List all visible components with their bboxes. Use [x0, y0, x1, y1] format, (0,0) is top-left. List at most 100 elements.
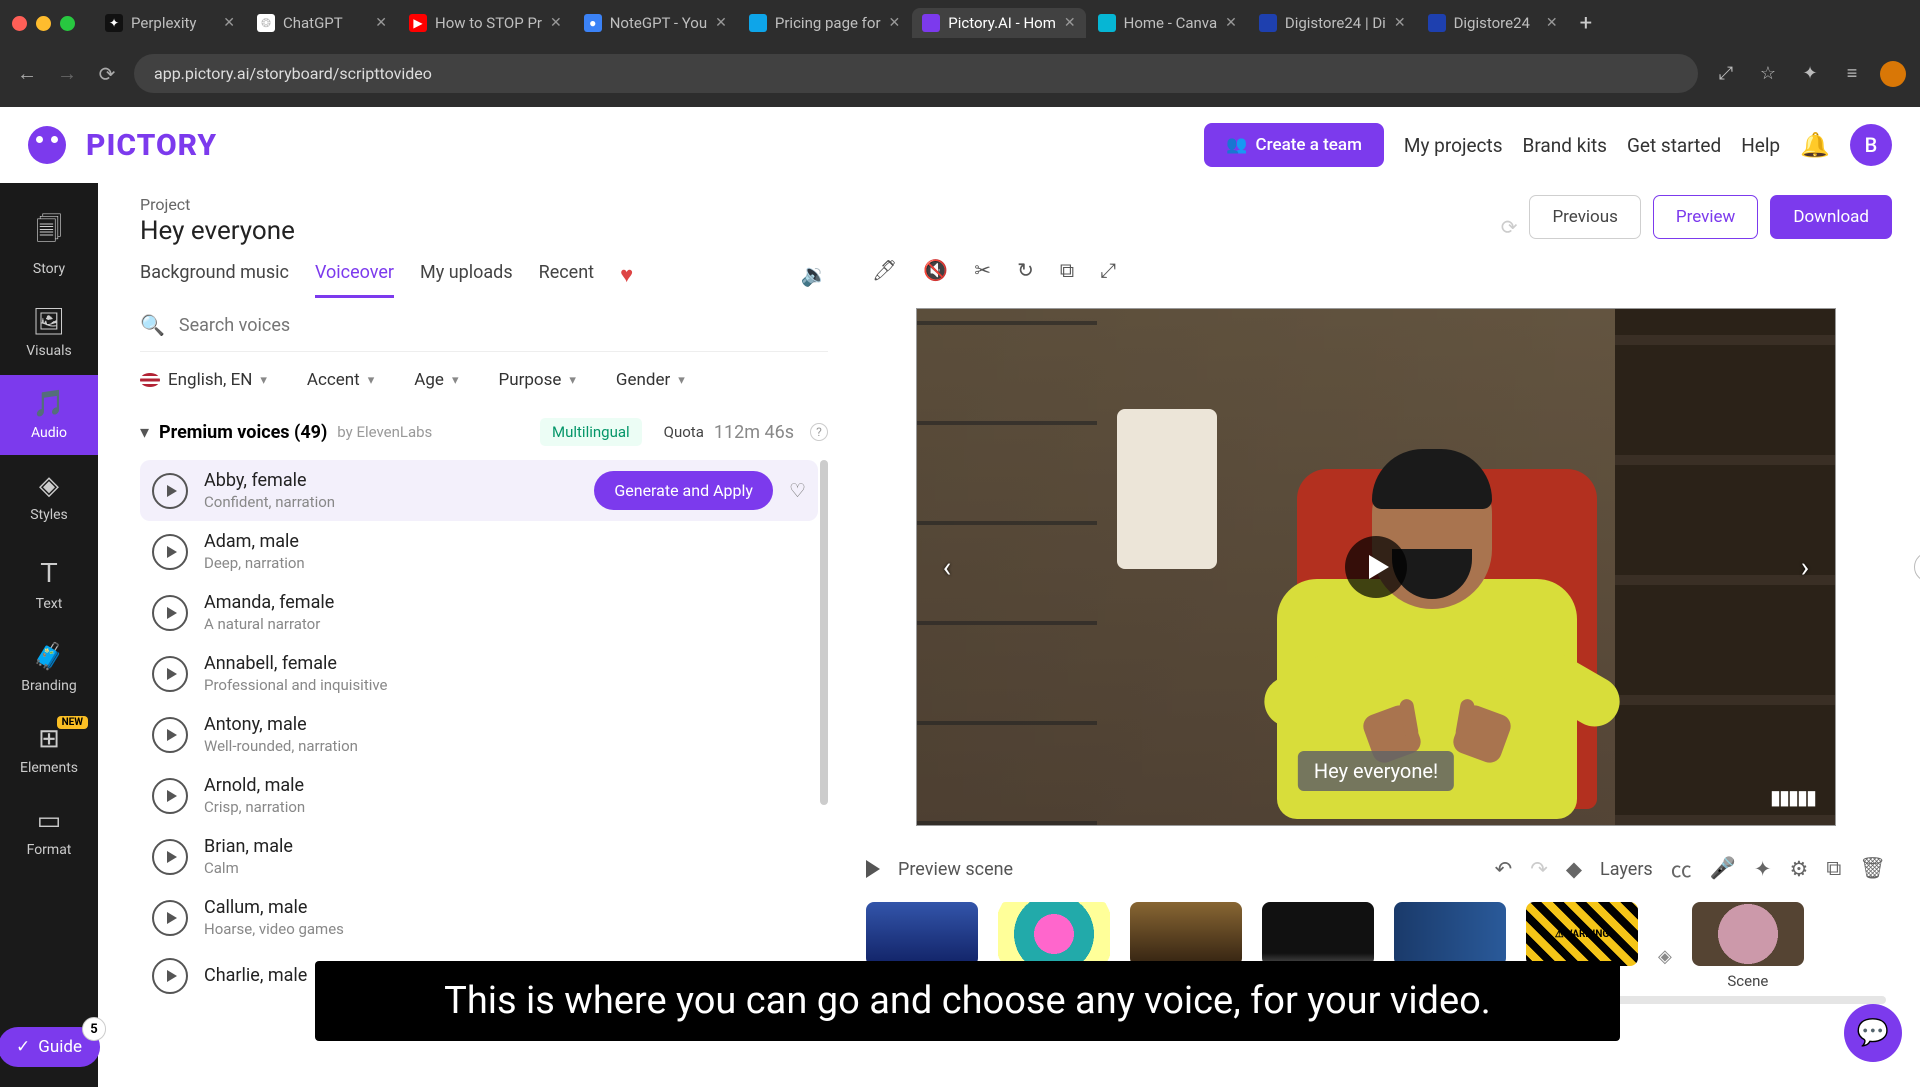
- voice-row[interactable]: Arnold, maleCrisp, narration: [140, 765, 818, 826]
- prev-scene-arrow[interactable]: ‹: [931, 551, 963, 584]
- create-team-button[interactable]: 👥 Create a team: [1204, 123, 1384, 167]
- voice-row[interactable]: Amanda, femaleA natural narrator: [140, 582, 818, 643]
- browser-tab-active[interactable]: Pictory.AI - Hom✕: [912, 8, 1085, 38]
- voice-row[interactable]: Antony, maleWell-rounded, narration: [140, 704, 818, 765]
- video-stage[interactable]: ‹ › Hey everyone! ▮▮▮▮▮: [916, 308, 1836, 826]
- profile-avatar[interactable]: [1880, 61, 1906, 87]
- duplicate-icon[interactable]: ⧉: [1826, 857, 1841, 881]
- layers-label[interactable]: Layers: [1600, 859, 1653, 880]
- user-avatar[interactable]: B: [1850, 124, 1892, 166]
- back-button[interactable]: ←: [14, 61, 40, 86]
- undo-icon[interactable]: ↶: [1495, 857, 1513, 882]
- tab-close-icon[interactable]: ✕: [1225, 15, 1237, 31]
- search-input[interactable]: [179, 315, 828, 336]
- browser-tab[interactable]: Pricing page for✕: [739, 8, 910, 38]
- browser-tab[interactable]: ❂ChatGPT✕: [247, 8, 397, 38]
- play-voice-button[interactable]: [152, 473, 188, 509]
- window-close[interactable]: [12, 16, 27, 31]
- next-scene-arrow[interactable]: ›: [1789, 551, 1821, 584]
- tab-close-icon[interactable]: ✕: [889, 15, 901, 31]
- new-tab-button[interactable]: +: [1580, 11, 1592, 36]
- voice-row[interactable]: Adam, maleDeep, narration: [140, 521, 818, 582]
- nav-get-started[interactable]: Get started: [1627, 134, 1721, 157]
- voice-row[interactable]: Abby, femaleConfident, narration Generat…: [140, 460, 818, 521]
- nav-brand-kits[interactable]: Brand kits: [1523, 134, 1607, 157]
- filter-age[interactable]: Age▾: [414, 370, 458, 390]
- project-title[interactable]: Hey everyone: [140, 216, 1501, 246]
- address-input[interactable]: [134, 54, 1698, 93]
- rail-audio[interactable]: 🎵Audio: [0, 375, 98, 455]
- chat-support-button[interactable]: 💬: [1844, 1004, 1902, 1062]
- rail-visuals[interactable]: 🖼Visuals: [0, 293, 98, 373]
- play-voice-button[interactable]: [152, 839, 188, 875]
- reload-button[interactable]: ⟳: [94, 62, 120, 86]
- captions-icon[interactable]: ㏄: [1671, 854, 1692, 884]
- rail-styles[interactable]: ◈Styles: [0, 457, 98, 537]
- tab-recent[interactable]: Recent: [539, 252, 594, 298]
- redo-icon[interactable]: ↷: [1530, 857, 1548, 882]
- add-scene-after[interactable]: +: [1914, 552, 1920, 582]
- install-app-icon[interactable]: ⤢: [1712, 63, 1740, 84]
- settings-icon[interactable]: ⚙: [1790, 857, 1809, 882]
- tab-close-icon[interactable]: ✕: [375, 15, 387, 31]
- tab-favorites-icon[interactable]: ♥: [620, 262, 633, 288]
- rail-branding[interactable]: 🧳Branding: [0, 628, 98, 708]
- browser-tab[interactable]: Home - Canva✕: [1088, 8, 1247, 38]
- play-voice-button[interactable]: [152, 534, 188, 570]
- expand-icon[interactable]: ⤢: [1100, 258, 1116, 282]
- tab-close-icon[interactable]: ✕: [1546, 15, 1558, 31]
- rail-story[interactable]: 🗐Story: [0, 197, 98, 291]
- browser-tab[interactable]: ▶How to STOP Pr✕: [399, 8, 572, 38]
- scene-item[interactable]: Scene: [1692, 902, 1804, 990]
- tab-background-music[interactable]: Background music: [140, 252, 289, 298]
- filter-purpose[interactable]: Purpose▾: [498, 370, 575, 390]
- cut-icon[interactable]: ✂: [974, 258, 991, 282]
- filter-language[interactable]: English, EN▾: [140, 370, 267, 390]
- guide-button[interactable]: 5 ✓ Guide: [0, 1027, 100, 1067]
- tab-my-uploads[interactable]: My uploads: [420, 252, 513, 298]
- tab-voiceover[interactable]: Voiceover: [315, 252, 394, 298]
- play-voice-button[interactable]: [152, 717, 188, 753]
- tab-close-icon[interactable]: ✕: [1064, 15, 1076, 31]
- filter-gender[interactable]: Gender▾: [616, 370, 685, 390]
- extensions-icon[interactable]: ✦: [1796, 63, 1824, 84]
- tab-close-icon[interactable]: ✕: [223, 15, 235, 31]
- collapse-icon[interactable]: ▾: [140, 422, 149, 443]
- caption-text[interactable]: Hey everyone!: [1298, 751, 1454, 791]
- nav-help[interactable]: Help: [1741, 134, 1780, 157]
- play-voice-button[interactable]: [152, 900, 188, 936]
- loop-icon[interactable]: ↻: [1017, 258, 1034, 282]
- volume-settings-icon[interactable]: 🔉: [801, 263, 828, 288]
- play-voice-button[interactable]: [152, 958, 188, 994]
- rail-text[interactable]: ＴText: [0, 539, 98, 626]
- mute-icon[interactable]: 🔇: [923, 258, 948, 282]
- preview-button[interactable]: Preview: [1653, 195, 1758, 239]
- favorite-icon[interactable]: ♡: [789, 479, 806, 502]
- voice-row[interactable]: Callum, maleHoarse, video games: [140, 887, 818, 948]
- notifications-icon[interactable]: 🔔: [1800, 131, 1830, 159]
- filter-accent[interactable]: Accent▾: [307, 370, 374, 390]
- play-voice-button[interactable]: [152, 656, 188, 692]
- browser-tab[interactable]: ✦Perplexity✕: [95, 8, 245, 38]
- download-button[interactable]: Download: [1770, 195, 1892, 239]
- copy-icon[interactable]: ⧉: [1060, 258, 1074, 282]
- rail-format[interactable]: ▭Format: [0, 792, 98, 872]
- tab-close-icon[interactable]: ✕: [550, 15, 562, 31]
- voice-row[interactable]: Brian, maleCalm: [140, 826, 818, 887]
- browser-tab[interactable]: Digistore24 | Di✕: [1249, 8, 1416, 38]
- previous-button[interactable]: Previous: [1529, 195, 1640, 239]
- forward-button[interactable]: →: [54, 61, 80, 86]
- window-minimize[interactable]: [36, 16, 51, 31]
- transition-icon[interactable]: ◈: [1658, 946, 1672, 967]
- nav-my-projects[interactable]: My projects: [1404, 134, 1503, 157]
- sparkle-icon[interactable]: ✦: [1754, 857, 1772, 882]
- window-maximize[interactable]: [60, 16, 75, 31]
- rail-elements[interactable]: NEW⊞Elements: [0, 710, 98, 790]
- scrollbar[interactable]: [820, 460, 828, 805]
- play-voice-button[interactable]: [152, 595, 188, 631]
- highlight-icon[interactable]: 🖊: [872, 258, 897, 282]
- menu-icon[interactable]: ≡: [1838, 63, 1866, 84]
- tab-close-icon[interactable]: ✕: [1394, 15, 1406, 31]
- mic-icon[interactable]: 🎤: [1710, 857, 1736, 881]
- play-voice-button[interactable]: [152, 778, 188, 814]
